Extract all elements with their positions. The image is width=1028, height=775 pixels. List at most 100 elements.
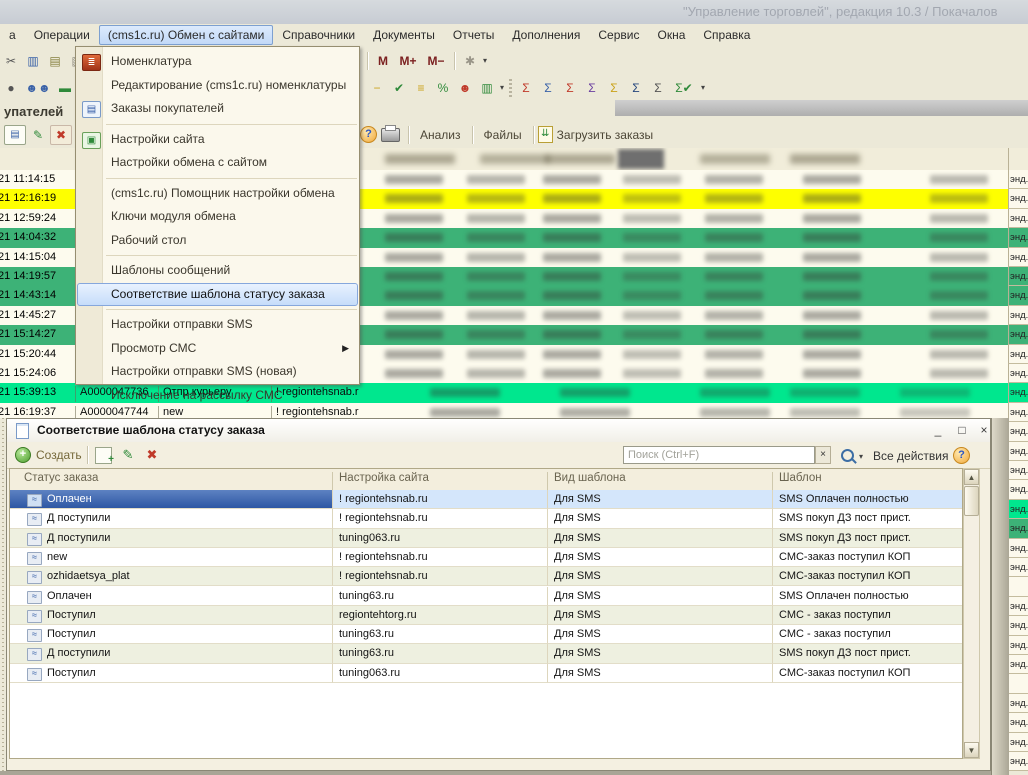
blurred-content bbox=[385, 369, 443, 378]
help-icon[interactable]: ? bbox=[360, 126, 377, 143]
menu-item-edit-nomenclature[interactable]: Редактирование (cms1c.ru) номенклатуры bbox=[77, 74, 358, 98]
chevron-down-icon[interactable]: ▾ bbox=[483, 56, 487, 65]
doc-check-icon[interactable]: ✔ bbox=[389, 79, 409, 97]
menu-item-desktop[interactable]: Рабочий стол bbox=[77, 229, 358, 253]
menu-item-customer-orders[interactable]: ▤ Заказы покупателей bbox=[77, 97, 358, 121]
scroll-down-button[interactable]: ▼ bbox=[964, 742, 979, 758]
maximize-button[interactable]: □ bbox=[953, 422, 971, 438]
service-wrench-icon[interactable]: ✱ bbox=[460, 52, 480, 70]
menu-item-template-status-mapping[interactable]: Соответствие шаблона статусу заказа bbox=[77, 283, 358, 307]
blurred-selected-column bbox=[618, 149, 664, 169]
menubar-item-additions[interactable]: Дополнения bbox=[503, 25, 589, 45]
sphere-icon[interactable]: ● bbox=[1, 79, 21, 97]
menu-item-module-keys[interactable]: Ключи модуля обмена bbox=[77, 205, 358, 229]
menubar-item-site-exchange[interactable]: (cms1c.ru) Обмен с сайтами bbox=[99, 25, 274, 45]
load-orders-button[interactable]: Загрузить заказы bbox=[557, 125, 660, 145]
table-row[interactable]: ≈Поступил regiontehtorg.ru Для SMS СМС -… bbox=[10, 606, 962, 625]
close-button[interactable]: × bbox=[975, 422, 993, 438]
menu-item-sms-settings[interactable]: Настройки отправки SMS bbox=[77, 313, 358, 337]
menu-item-exchange-wizard[interactable]: (cms1c.ru) Помощник настройки обмена bbox=[77, 182, 358, 206]
vertical-scrollbar[interactable]: ▲ ▼ bbox=[963, 468, 980, 759]
sliver-cell: энд... bbox=[1008, 209, 1028, 228]
copy-item-icon[interactable] bbox=[95, 447, 112, 464]
menubar-item-service[interactable]: Сервис bbox=[589, 25, 648, 45]
all-actions-button[interactable]: Все действия ▾ bbox=[873, 449, 960, 463]
counterparties-icon[interactable]: ☻☻ bbox=[23, 79, 53, 97]
scroll-up-button[interactable]: ▲ bbox=[964, 469, 979, 485]
window-right-frame bbox=[991, 418, 1009, 775]
table-row[interactable]: ≈Оплачен ! regiontehsnab.ru Для SMS SMS … bbox=[10, 490, 962, 509]
submenu-arrow-icon: ▶ bbox=[342, 338, 349, 360]
column-header-kind[interactable]: Вид шаблона bbox=[547, 472, 772, 490]
table-row[interactable]: ≈Поступил tuning063.ru Для SMS СМС-заказ… bbox=[10, 664, 962, 683]
scrollbar-thumb[interactable] bbox=[964, 486, 979, 516]
delete-icon[interactable]: ✖ bbox=[50, 125, 72, 145]
money-icon[interactable]: ▬ bbox=[55, 79, 75, 97]
sum-pages-icon[interactable]: Σ bbox=[648, 79, 668, 97]
doc-user-icon[interactable]: ☻ bbox=[455, 79, 475, 97]
dialog-title-bar[interactable]: Соответствие шаблона статусу заказа _ □ … bbox=[7, 419, 990, 443]
menubar-item-windows[interactable]: Окна bbox=[648, 25, 694, 45]
edit-icon[interactable]: ✎ bbox=[28, 126, 48, 144]
files-button[interactable]: Файлы bbox=[477, 125, 529, 145]
cut-icon[interactable]: ✂ bbox=[1, 52, 21, 70]
menubar-item-operations[interactable]: Операции bbox=[25, 25, 99, 45]
sum-user-icon[interactable]: Σ bbox=[560, 79, 580, 97]
menu-separator bbox=[106, 309, 357, 310]
add-document-icon[interactable]: ▤ bbox=[4, 125, 26, 145]
sum-check-icon[interactable]: Σ✔ bbox=[670, 79, 698, 97]
menu-item-sms-exclusion[interactable]: Исключение на рассылку СМС bbox=[77, 384, 358, 408]
memory-button[interactable]: M bbox=[373, 52, 393, 70]
table-row[interactable]: ≈Д поступили ! regiontehsnab.ru Для SMS … bbox=[10, 509, 962, 528]
green-card-icon[interactable]: ▥ bbox=[477, 79, 497, 97]
table-row[interactable]: ≈Оплачен tuning63.ru Для SMS SMS Оплачен… bbox=[10, 587, 962, 606]
sum-doc-icon[interactable]: Σ bbox=[582, 79, 602, 97]
column-header-site[interactable]: Настройка сайта bbox=[332, 472, 547, 490]
menubar-item-catalogs[interactable]: Справочники bbox=[273, 25, 364, 45]
blurred-content bbox=[385, 194, 443, 203]
memory-plus-button[interactable]: M+ bbox=[395, 52, 421, 70]
memory-minus-button[interactable]: M− bbox=[423, 52, 449, 70]
chevron-down-icon[interactable]: ▾ bbox=[859, 452, 863, 461]
menu-item-message-templates[interactable]: Шаблоны сообщений bbox=[77, 259, 358, 283]
sliver-cell: энд... bbox=[1008, 655, 1028, 674]
sum-user-icon[interactable]: Σ bbox=[538, 79, 558, 97]
sum-doc-icon[interactable]: Σ bbox=[626, 79, 646, 97]
edit-icon[interactable]: ✎ bbox=[119, 447, 137, 463]
chevron-down-icon[interactable]: ▾ bbox=[500, 83, 504, 92]
separator bbox=[509, 79, 512, 97]
sum-user-icon[interactable]: Σ bbox=[516, 79, 536, 97]
menubar-item-help[interactable]: Справка bbox=[694, 25, 759, 45]
table-row[interactable]: ≈Д поступили tuning63.ru Для SMS SMS пок… bbox=[10, 644, 962, 663]
search-input[interactable] bbox=[623, 446, 815, 464]
menu-item-site-settings[interactable]: ▣ Настройки сайта bbox=[77, 128, 358, 152]
menubar-item-reports[interactable]: Отчеты bbox=[444, 25, 503, 45]
menubar-item-documents[interactable]: Документы bbox=[364, 25, 444, 45]
table-row[interactable]: ≈Поступил tuning63.ru Для SMS СМС - зака… bbox=[10, 625, 962, 644]
delete-icon[interactable]: ✖ bbox=[143, 447, 161, 463]
paste-icon[interactable]: ▤ bbox=[45, 52, 65, 70]
chevron-down-icon[interactable]: ▾ bbox=[701, 83, 705, 92]
print-icon[interactable] bbox=[381, 128, 400, 142]
menubar-item-cut[interactable]: а bbox=[0, 25, 25, 45]
column-header-status[interactable]: Статус заказа bbox=[10, 472, 332, 490]
search-icon[interactable] bbox=[841, 449, 854, 462]
menu-item-sms-settings-new[interactable]: Настройки отправки SMS (новая) bbox=[77, 360, 358, 384]
menu-item-exchange-settings[interactable]: Настройки обмена с сайтом bbox=[77, 151, 358, 175]
table-row[interactable]: ≈new ! regiontehsnab.ru Для SMS СМС-зака… bbox=[10, 548, 962, 567]
analysis-button[interactable]: Анализ bbox=[413, 125, 468, 145]
menu-item-nomenclature[interactable]: ≣ Номенклатура bbox=[77, 50, 358, 74]
doc-coins-icon[interactable]: ≡ bbox=[411, 79, 431, 97]
copy-icon[interactable]: ▥ bbox=[23, 52, 43, 70]
sum-doc-icon[interactable]: Σ bbox=[604, 79, 624, 97]
help-icon[interactable]: ? bbox=[953, 447, 970, 464]
clear-search-button[interactable]: × bbox=[815, 446, 831, 464]
column-header-template[interactable]: Шаблон bbox=[772, 472, 962, 490]
doc-percent-icon[interactable]: % bbox=[433, 79, 453, 97]
table-row[interactable]: ≈ozhidaetsya_plat ! regiontehsnab.ru Для… bbox=[10, 567, 962, 586]
minimize-button[interactable]: _ bbox=[929, 422, 947, 438]
coins-minus-icon[interactable]: − bbox=[367, 79, 387, 97]
table-row[interactable]: ≈Д поступили tuning063.ru Для SMS SMS по… bbox=[10, 529, 962, 548]
menu-item-view-sms[interactable]: Просмотр СМС ▶ bbox=[77, 337, 358, 361]
create-button[interactable]: + Создать bbox=[15, 446, 82, 464]
